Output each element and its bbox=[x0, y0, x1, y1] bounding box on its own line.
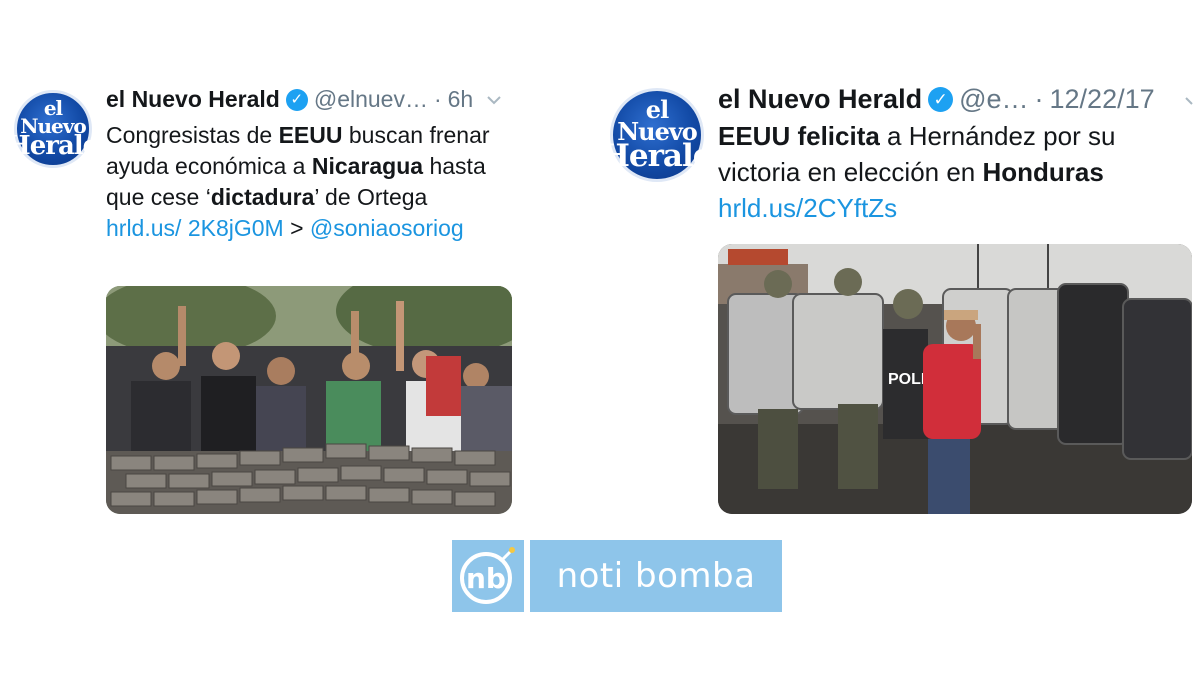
text-bold: Honduras bbox=[982, 157, 1104, 187]
separator: · bbox=[433, 86, 442, 112]
timestamp[interactable]: 6h bbox=[448, 86, 474, 113]
riot-police-photo: POLIC bbox=[718, 244, 1192, 514]
author-name[interactable]: el Nuevo Herald bbox=[106, 86, 280, 113]
tweet-text: Congresistas de EEUU buscan frenar ayuda… bbox=[106, 120, 506, 244]
logo-wordmark-text: noti bomba bbox=[556, 556, 756, 596]
text-segment: > bbox=[283, 215, 310, 241]
separator: · bbox=[1034, 84, 1044, 114]
author-handle[interactable]: @e… bbox=[959, 84, 1028, 115]
tweet-link[interactable]: hrld.us/2CYftZs bbox=[718, 193, 897, 223]
verified-icon: ✓ bbox=[928, 87, 954, 112]
avatar-text-line2: Herald bbox=[600, 137, 715, 174]
avatar-text-line2: Herald bbox=[6, 131, 101, 162]
timestamp[interactable]: 12/22/17 bbox=[1050, 84, 1155, 115]
tweet-photo[interactable]: POLIC bbox=[718, 244, 1192, 514]
tweet-text: EEUU felicita a Hernández por su victori… bbox=[718, 118, 1188, 226]
logo-icon: nb bbox=[460, 547, 515, 604]
logo-icon-text: nb bbox=[466, 562, 506, 595]
tweet-header: el Nuevo Herald ✓ @elnuev… · 6h bbox=[106, 86, 503, 113]
avatar[interactable]: el Nuevo Herald bbox=[6, 90, 101, 168]
notibomba-wordmark: noti bomba bbox=[530, 540, 782, 612]
avatar-text-line1: el Nuevo bbox=[20, 96, 87, 139]
notibomba-icon: nb bbox=[452, 540, 524, 612]
author-handle[interactable]: @elnuev… bbox=[314, 86, 428, 113]
chevron-down-icon[interactable] bbox=[1184, 94, 1198, 108]
avatar-text-line1: el Nuevo bbox=[617, 95, 698, 147]
text-bold: Nicaragua bbox=[311, 153, 424, 179]
protest-photo bbox=[106, 286, 512, 514]
text-segment: Congresistas de bbox=[106, 122, 279, 148]
text-bold: EEUU felicita bbox=[718, 121, 880, 151]
avatar[interactable]: el Nuevo Herald bbox=[601, 88, 714, 182]
text-segment: ’ de Ortega bbox=[314, 184, 428, 210]
chevron-down-icon[interactable] bbox=[485, 93, 503, 107]
mention-link[interactable]: @soniaosoriog bbox=[310, 215, 464, 241]
verified-icon: ✓ bbox=[285, 88, 308, 111]
text-bold: dictadura bbox=[210, 184, 315, 210]
tweet-header: el Nuevo Herald ✓ @e… · 12/22/17 bbox=[718, 84, 1155, 115]
author-name[interactable]: el Nuevo Herald bbox=[718, 84, 922, 115]
tweet-photo[interactable] bbox=[106, 286, 512, 514]
text-bold: EEUU bbox=[278, 122, 343, 148]
tweet-link[interactable]: hrld.us/ 2K8jG0M bbox=[106, 215, 284, 241]
